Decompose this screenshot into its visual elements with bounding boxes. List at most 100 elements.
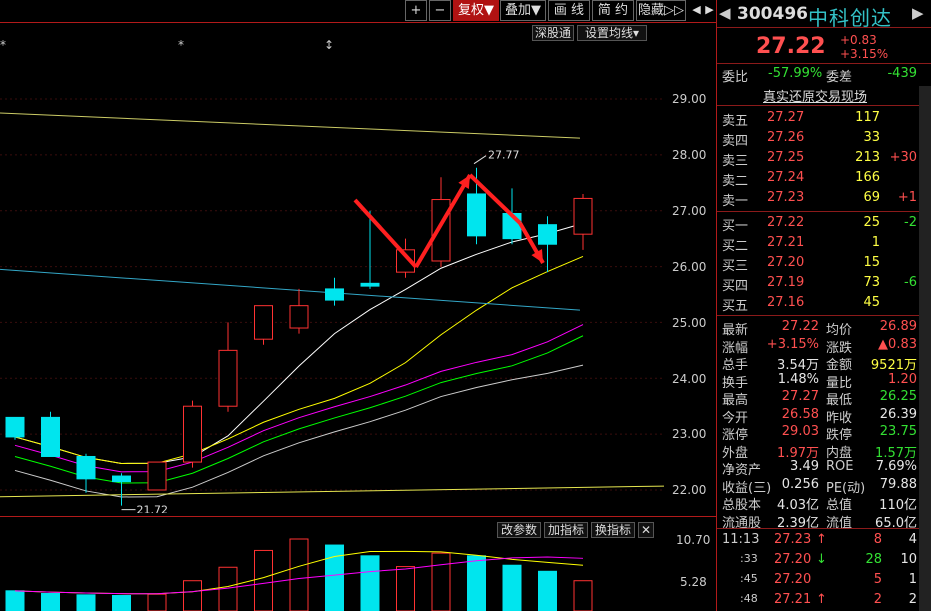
bid-row[interactable]: 买四 27.19 73 -6 xyxy=(722,275,917,294)
replay-link[interactable]: 真实还原交易现场 xyxy=(763,86,867,105)
volume-bar xyxy=(183,580,202,611)
ma5-line xyxy=(14,222,584,464)
stat-value: 3.54万 xyxy=(777,358,819,373)
candle-body xyxy=(76,455,96,480)
nav-left-button[interactable]: ◀ xyxy=(690,0,703,21)
candle-body xyxy=(112,475,131,483)
volume-bar xyxy=(573,580,593,611)
bid-volume: 1 xyxy=(871,235,880,250)
stat-label: 总手 xyxy=(722,358,749,373)
tick-direction-icon: ↓ xyxy=(816,552,827,567)
ask-label: 卖二 xyxy=(722,174,749,189)
stat-value: 26.89 xyxy=(879,319,917,334)
ask-row[interactable]: 卖四 27.26 33 xyxy=(722,130,917,149)
tick-time: 11:13 xyxy=(722,532,760,547)
stat-row: 今开 26.58 昨收 26.39 xyxy=(722,406,917,426)
diejia-dropdown[interactable]: 叠加▼ xyxy=(500,0,546,21)
price-axis-label: 29.00 xyxy=(672,92,707,106)
price-axis-label: 23.00 xyxy=(672,427,707,441)
bid-delta: -2 xyxy=(904,215,917,230)
ask-price: 27.24 xyxy=(767,170,805,185)
candle-body xyxy=(467,193,486,237)
candle-body xyxy=(360,282,380,287)
weicha-value: -439 xyxy=(887,66,917,81)
bid-label: 买二 xyxy=(722,239,749,254)
stat-value: 26.25 xyxy=(879,389,917,404)
bid-row[interactable]: 买二 27.21 1 xyxy=(722,235,917,254)
ticks-separator xyxy=(717,528,919,529)
ask-label: 卖四 xyxy=(722,134,749,149)
ask-row[interactable]: 卖五 27.27 117 xyxy=(722,110,917,129)
orderbook-separator xyxy=(717,105,919,106)
stat-value: 26.58 xyxy=(781,406,819,422)
stat-label: 金额 xyxy=(826,358,853,373)
stat-value: 79.88 xyxy=(879,476,917,492)
tick-time: :33 xyxy=(740,552,758,565)
stat-label: 最新 xyxy=(722,323,749,338)
weibi-row: 委比 -57.99% 委差 -439 xyxy=(722,66,917,85)
change-percent: +3.15% xyxy=(840,47,889,61)
tick-price: 27.21 xyxy=(774,592,812,607)
back-arrow-icon[interactable]: ◀ xyxy=(719,4,731,22)
candle-body xyxy=(254,305,273,340)
stat-value: 4.03亿 xyxy=(777,498,819,513)
stat-value: 9521万 xyxy=(870,358,917,373)
bid-row[interactable]: 买一 27.22 25 -2 xyxy=(722,215,917,234)
tick-volume: 28 xyxy=(865,552,882,567)
volume-bar xyxy=(147,593,167,611)
volume-chart[interactable] xyxy=(0,517,664,611)
tick-time: :45 xyxy=(740,572,758,585)
stat-label: 最高 xyxy=(722,393,749,408)
price-axis-label: 26.00 xyxy=(672,260,707,274)
stat-label: 收益(三) xyxy=(722,480,772,496)
stat-label: 涨跌 xyxy=(826,340,853,356)
trend-line-middle xyxy=(0,268,581,311)
candlestick-chart[interactable]: 27.77 21.72 xyxy=(0,23,664,513)
volume-bar xyxy=(360,555,380,611)
ask-row[interactable]: 卖一 27.23 69 +1 xyxy=(722,190,917,209)
tick-count: 4 xyxy=(908,532,917,547)
weibi-value: -57.99% xyxy=(768,66,823,81)
volume-bar xyxy=(467,555,486,611)
simple-mode-button[interactable]: 简 约 xyxy=(592,0,634,21)
hide-button[interactable]: 隐藏▷▷ xyxy=(636,0,686,21)
bid-label: 买一 xyxy=(722,219,749,234)
ma10-line xyxy=(14,255,584,464)
bid-row[interactable]: 买三 27.20 15 xyxy=(722,255,917,274)
price-axis-label: 22.00 xyxy=(672,483,707,497)
stat-value: 3.49 xyxy=(790,459,819,474)
bid-label: 买三 xyxy=(722,259,749,274)
zoom-out-button[interactable]: − xyxy=(429,0,451,21)
trend-line-lower xyxy=(0,485,664,498)
bid-label: 买五 xyxy=(722,299,749,314)
stat-value: 29.03 xyxy=(781,424,819,439)
stat-row: 换手 1.48% 量比 1.20 xyxy=(722,371,917,391)
volume-bar xyxy=(396,566,415,611)
candle-body xyxy=(325,288,344,301)
panel-scrollbar[interactable] xyxy=(919,86,931,611)
ask-row[interactable]: 卖三 27.25 213 +30 xyxy=(722,150,917,169)
candle-body xyxy=(183,405,202,463)
ask-label: 卖一 xyxy=(722,194,749,209)
stat-row: 涨幅 +3.15% 涨跌 ▲0.83 xyxy=(722,337,917,356)
tick-price: 27.23 xyxy=(774,532,812,547)
fuquan-dropdown[interactable]: 复权▼ xyxy=(453,0,499,21)
nav-right-button[interactable]: ▶ xyxy=(703,0,716,21)
ask-row[interactable]: 卖二 27.24 166 xyxy=(722,170,917,189)
bid-volume: 15 xyxy=(863,255,880,270)
candle-body xyxy=(538,224,557,245)
tick-price: 27.20 xyxy=(774,572,812,587)
bid-volume: 25 xyxy=(863,215,880,230)
zoom-in-button[interactable]: + xyxy=(405,0,427,21)
ask-price: 27.27 xyxy=(767,110,805,125)
stat-value: 1.20 xyxy=(888,371,917,387)
bid-price: 27.19 xyxy=(767,275,805,290)
ask-delta: +1 xyxy=(897,190,917,205)
ask-price: 27.25 xyxy=(767,150,805,165)
draw-line-button[interactable]: 画 线 xyxy=(548,0,590,21)
ma60-line xyxy=(14,364,584,498)
ask-price: 27.26 xyxy=(767,130,805,145)
bid-row[interactable]: 买五 27.16 45 xyxy=(722,295,917,314)
tick-row: 11:13 27.23 ↑ 8 4 xyxy=(722,532,917,550)
forward-arrow-icon[interactable]: ▶ xyxy=(912,4,924,22)
